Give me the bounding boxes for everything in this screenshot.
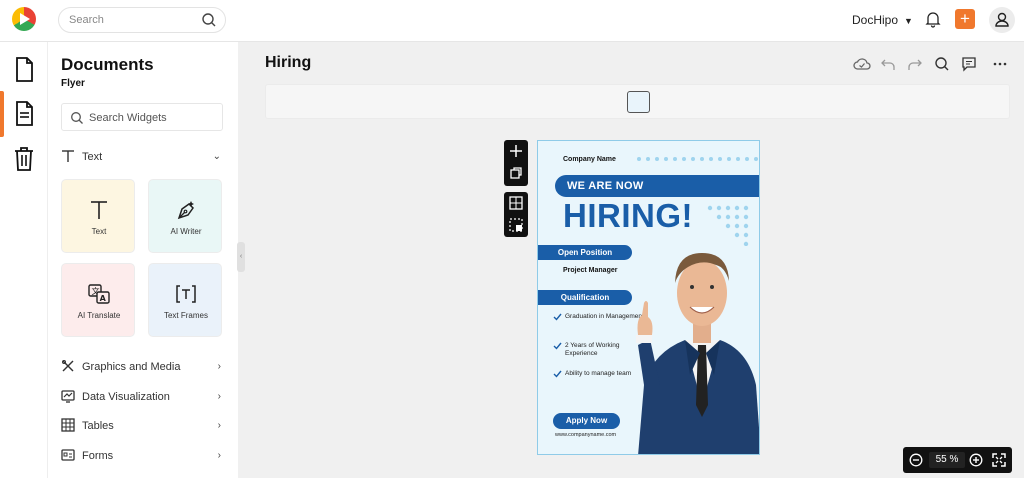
redo-icon[interactable] <box>907 56 923 77</box>
flyer-company-name[interactable]: Company Name <box>563 156 616 163</box>
tile-ai-writer[interactable]: AI Writer <box>148 179 222 253</box>
element-toolbar <box>265 84 1010 119</box>
duplicate-icon[interactable] <box>509 166 523 185</box>
grid-icon[interactable] <box>509 196 523 215</box>
bell-icon[interactable] <box>925 10 941 33</box>
undo-icon[interactable] <box>880 56 896 77</box>
businessman-photo[interactable] <box>630 235 760 455</box>
page-tools-top <box>504 140 528 186</box>
chevron-down-icon: ⌄ <box>212 151 221 162</box>
tile-label: AI Writer <box>170 227 202 236</box>
document-title[interactable]: Hiring <box>265 54 311 72</box>
active-indicator <box>0 91 4 137</box>
app-logo[interactable] <box>12 7 36 31</box>
zoom-level[interactable]: 55 % <box>929 452 965 468</box>
section-text[interactable]: Text ⌄ <box>61 148 223 168</box>
section-label: Forms <box>82 450 114 462</box>
text-icon <box>87 198 111 227</box>
left-rail <box>0 42 48 478</box>
more-icon[interactable] <box>992 56 1008 77</box>
section-graphics-media[interactable]: Graphics and Media › <box>61 358 223 378</box>
rail-page-icon[interactable] <box>8 98 40 130</box>
search-input[interactable]: Search <box>69 14 104 26</box>
section-label: Data Visualization <box>82 391 170 403</box>
zoom-unit: % <box>949 454 959 465</box>
avatar[interactable] <box>989 7 1015 33</box>
select-area-icon[interactable] <box>509 218 523 237</box>
apply-text: Apply Now <box>565 416 608 425</box>
section-forms[interactable]: Forms › <box>61 447 223 467</box>
translate-icon: 文A <box>87 282 111 311</box>
flyer-page[interactable]: Company Name WE ARE NOW HIRING! Open Pos… <box>537 140 760 455</box>
chevron-right-icon: › <box>217 391 221 402</box>
chevron-down-icon: ▼ <box>904 16 913 26</box>
widget-search-input[interactable]: Search Widgets <box>89 112 167 124</box>
table-icon <box>61 418 75 435</box>
section-data-visualization[interactable]: Data Visualization › <box>61 388 223 408</box>
tile-text-frames[interactable]: Text Frames <box>148 263 222 337</box>
widget-panel: Documents Flyer Search Widgets Text ⌄ Te… <box>48 42 238 478</box>
pill-text: Qualification <box>560 293 610 302</box>
collapse-panel-handle[interactable]: ‹ <box>237 242 245 272</box>
chart-icon <box>61 389 75 406</box>
flyer-banner[interactable]: WE ARE NOW <box>555 175 759 197</box>
tile-label: Text <box>91 227 107 236</box>
page-tools-bottom <box>504 192 528 237</box>
tile-text[interactable]: Text <box>61 179 135 253</box>
pen-icon <box>174 198 198 227</box>
section-text-label: Text <box>82 151 103 163</box>
comment-icon[interactable] <box>961 56 977 77</box>
text-frame-icon <box>174 282 198 311</box>
top-bar: Search DocHipo ▼ + <box>0 0 1024 42</box>
flyer-headline[interactable]: HIRING! <box>563 197 693 235</box>
flyer-banner-text: WE ARE NOW <box>567 180 644 192</box>
zoom-out-icon[interactable] <box>909 453 923 472</box>
svg-text:A: A <box>100 294 107 303</box>
flyer-qualification-label[interactable]: Qualification <box>538 290 632 305</box>
tile-ai-translate[interactable]: 文A AI Translate <box>61 263 135 337</box>
cloud-save-icon[interactable] <box>853 56 871 77</box>
graphics-icon <box>61 359 75 376</box>
brand-label: DocHipo <box>852 13 899 27</box>
flyer-url[interactable]: www.companyname.com <box>555 432 616 438</box>
flyer-position[interactable]: Project Manager <box>563 267 617 274</box>
tile-label: AI Translate <box>77 311 121 320</box>
check-icon <box>553 370 562 381</box>
search-icon[interactable] <box>201 12 217 33</box>
check-icon <box>553 313 562 324</box>
text-tool-icon <box>61 149 75 166</box>
chevron-right-icon: › <box>217 420 221 431</box>
flyer-dots-decoration <box>637 157 758 161</box>
check-icon <box>553 342 562 353</box>
pill-text: Open Position <box>557 248 613 257</box>
panel-subtitle: Flyer <box>61 78 85 89</box>
add-page-icon[interactable] <box>509 144 523 163</box>
flyer-apply-button[interactable]: Apply Now <box>553 413 620 429</box>
fullscreen-icon[interactable] <box>992 453 1006 472</box>
background-color-swatch[interactable] <box>627 91 650 113</box>
widget-search[interactable]: Search Widgets <box>61 103 223 131</box>
section-tables[interactable]: Tables › <box>61 417 223 437</box>
zoom-value: 55 <box>935 454 947 465</box>
panel-title: Documents <box>61 55 154 74</box>
search-box[interactable]: Search <box>58 7 226 33</box>
rail-trash-icon[interactable] <box>8 143 40 175</box>
flyer-open-position-label[interactable]: Open Position <box>538 245 632 260</box>
chevron-right-icon: › <box>217 361 221 372</box>
rail-document-icon[interactable] <box>8 54 40 86</box>
tile-label: Text Frames <box>163 311 208 320</box>
form-icon <box>61 448 75 465</box>
section-label: Graphics and Media <box>82 361 181 373</box>
zoom-search-icon[interactable] <box>934 56 950 77</box>
section-label: Tables <box>82 420 114 432</box>
zoom-in-icon[interactable] <box>969 453 983 472</box>
search-icon <box>70 111 84 130</box>
account-dropdown[interactable]: DocHipo ▼ <box>852 13 913 27</box>
create-button[interactable]: + <box>955 9 975 29</box>
zoom-controls: 55 % <box>903 447 1012 473</box>
chevron-right-icon: › <box>217 450 221 461</box>
